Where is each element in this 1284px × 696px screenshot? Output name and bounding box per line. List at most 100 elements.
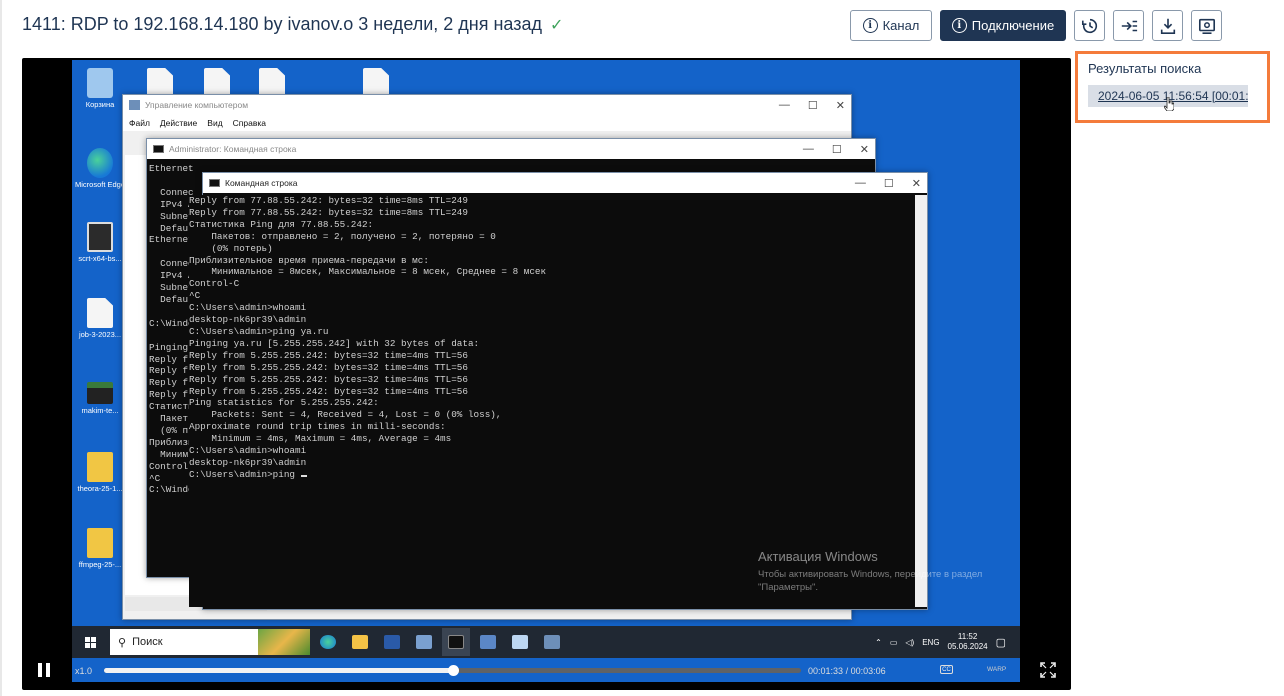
jump-to-button[interactable] [1113,10,1144,41]
close-icon[interactable]: ✕ [836,99,845,112]
progress-track[interactable] [104,665,801,676]
console-line: Приблизительное время приема-передачи в … [189,254,429,266]
taskbar-search[interactable]: ⚲ Поиск [110,629,310,655]
connection-button-label: Подключение [971,18,1055,33]
menu-view[interactable]: Вид [207,118,222,128]
window-titlebar: Administrator: Командная строка — ☐ ✕ [147,139,875,159]
console-line: Reply from 5.255.255.242: bytes=32 time=… [189,349,468,361]
language-indicator[interactable]: ENG [922,638,939,647]
window-controls: — ☐ ✕ [779,95,845,115]
console-line: Control-C [189,278,240,290]
captions-button[interactable]: CC [940,665,953,674]
window-controls: — ☐ ✕ [855,173,921,193]
activation-watermark-text: Чтобы активировать Windows, перейдите в … [758,569,983,593]
search-highlight-image [258,629,310,655]
screenshot-button[interactable] [1191,10,1222,41]
start-button[interactable] [72,636,108,648]
taskbar-explorer[interactable] [346,628,374,656]
warp-button[interactable]: WARP [987,666,1006,673]
menu-file[interactable]: Файл [129,118,150,128]
minimize-icon[interactable]: — [803,143,814,155]
search-results-panel: Результаты поиска 2024-06-05 11:56:54 [0… [1075,51,1270,123]
chevron-up-icon[interactable]: ⌃ [875,638,882,647]
maximize-icon[interactable]: ☐ [884,177,894,190]
console-line: Ping statistics for 5.255.255.242: [189,397,379,409]
connection-button[interactable]: i Подключение [940,10,1066,41]
console-line: Статистика Ping для 77.88.55.242: [189,218,374,230]
search-icon: ⚲ [118,636,127,649]
desktop-icon-label: Microsoft Edge [74,180,126,189]
maximize-icon[interactable]: ☐ [832,143,842,156]
search-results-title: Результаты поиска [1088,61,1202,76]
console-line: ^C [189,290,201,302]
window-controls: — ☐ ✕ [803,139,869,159]
console-scrollbar[interactable] [915,195,927,607]
console-line: Pinging ya.ru [5.255.255.242] with 32 by… [189,337,480,349]
volume-icon[interactable]: ◁) [905,638,914,647]
network-icon [480,635,496,649]
progress-fill [104,668,453,673]
close-icon[interactable]: ✕ [860,143,869,156]
console-line: Reply from 5.255.255.242: bytes=32 time=… [189,385,468,397]
screenshot-icon [1198,18,1215,34]
document-icon [87,298,113,328]
cmd-icon [153,145,164,153]
console-line: Reply from 5.255.255.242: bytes=32 time=… [189,373,468,385]
app-icon [512,635,528,649]
taskbar-app[interactable] [506,628,534,656]
window-titlebar: Командная строка — ☐ ✕ [203,173,927,193]
taskbar-server-manager[interactable] [410,628,438,656]
info-icon: i [862,18,878,33]
console-line: Reply from 77.88.55.242: bytes=32 time=8… [189,206,468,218]
console-line: desktop-nk6pr39\admin [189,456,307,468]
taskbar-edge[interactable] [314,628,342,656]
history-icon [1081,18,1097,33]
desktop-icon-label: ffmpeg-25-... [78,560,122,569]
minimize-icon[interactable]: — [779,99,790,111]
close-icon[interactable]: ✕ [912,177,921,190]
history-button[interactable] [1074,10,1105,41]
console-line: Минимальное = 8мсек, Максимальное = 8 мс… [189,266,547,278]
zip-icon [87,452,113,482]
taskbar-powershell[interactable] [378,628,406,656]
playback-speed[interactable]: x1.0 [75,666,92,676]
minimize-icon[interactable]: — [855,177,866,189]
taskbar-network[interactable] [474,628,502,656]
console-line: C:\Users\admin>ping ya.ru [189,325,329,337]
taskbar: ⚲ Поиск ⌃ ▭ ◁) ENG 11:52 05.06.2024 ▢ [72,626,1020,658]
cmd-icon [209,179,220,187]
channel-button[interactable]: i Канал [850,10,932,41]
hand-cursor-icon [1164,97,1174,111]
app-icon [87,222,113,252]
taskbar-computer-management[interactable] [538,628,566,656]
clock-date: 05.06.2024 [947,642,988,651]
console-output[interactable]: Reply from 77.88.55.242: bytes=32 time=8… [189,195,909,607]
download-button[interactable] [1152,10,1183,41]
maximize-icon[interactable]: ☐ [808,99,818,112]
cmd-icon [448,635,464,649]
folder-icon [352,635,368,649]
progress-thumb[interactable] [447,665,459,676]
menu-help[interactable]: Справка [233,118,266,128]
fullscreen-icon[interactable] [1040,662,1056,678]
info-icon: i [951,18,967,33]
network-status-icon[interactable]: ▭ [890,638,898,647]
desktop-icon-label: makim-te... [81,406,119,415]
check-icon: ✓ [550,16,564,34]
taskbar-cmd[interactable] [442,628,470,656]
notifications-icon[interactable]: ▢ [996,636,1006,649]
cmd-window: Командная строка — ☐ ✕ Reply from 77.88.… [189,172,928,610]
window-title: Управление компьютером [145,100,249,110]
remote-desktop: Корзина Microsoft Edge scrt-x64-bs... jo… [72,60,1020,682]
clock[interactable]: 11:52 05.06.2024 [948,632,988,652]
recording-viewer: 1411: RDP to 192.168.14.180 by ivanov.o … [0,0,1284,696]
time-separator: / [845,666,849,676]
console-line: Пакетов: отправлено = 2, получено = 2, п… [189,230,496,242]
text-cursor [300,474,307,477]
pause-button[interactable] [38,663,50,677]
window-title: Administrator: Командная строка [169,144,297,154]
console-line: Approximate round trip times in milli-se… [189,421,446,433]
menu-action[interactable]: Действие [160,118,197,128]
console-line: C:\Users\admin>ping [189,469,909,481]
video-player[interactable]: Корзина Microsoft Edge scrt-x64-bs... jo… [22,58,1071,690]
